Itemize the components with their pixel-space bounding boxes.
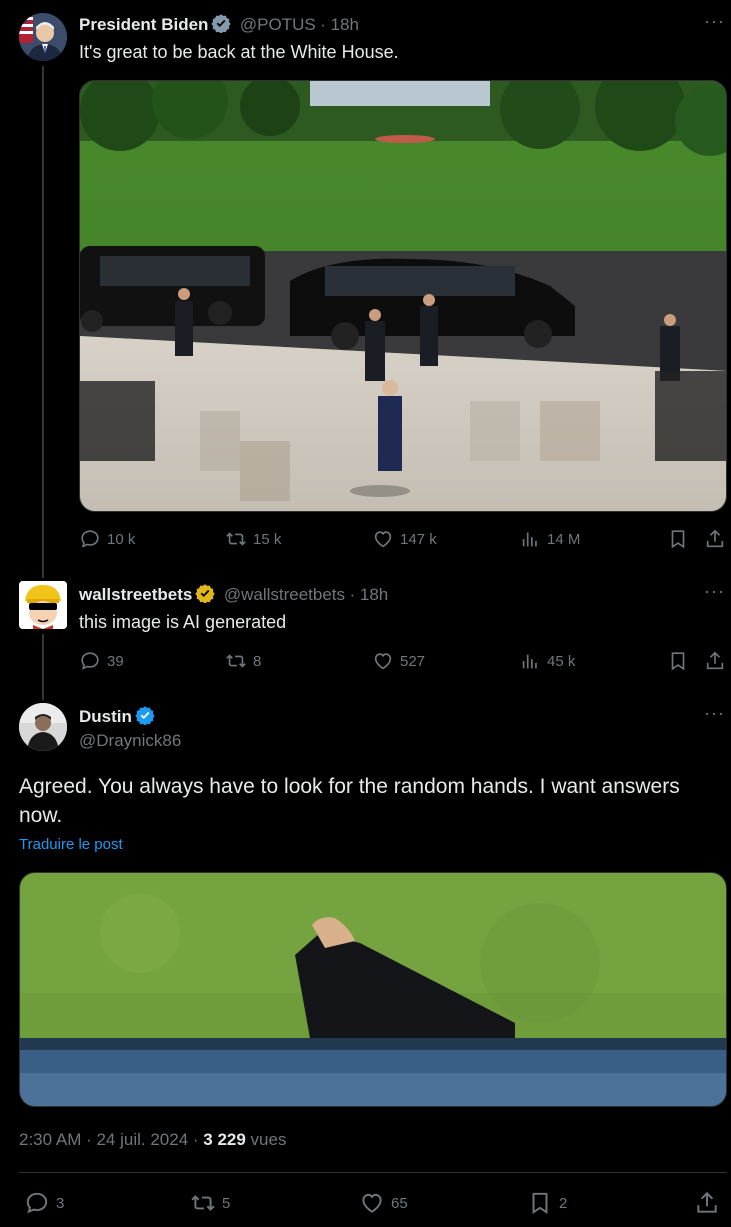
tweet1-text: It's great to be back at the White House… xyxy=(79,42,399,62)
views-total: 3 229 xyxy=(203,1130,246,1149)
author-handle[interactable]: @POTUS xyxy=(240,15,316,34)
bookmark-button[interactable] xyxy=(667,528,695,550)
divider xyxy=(19,1172,727,1173)
hand-closeup-photo xyxy=(20,873,726,1106)
views-count: 45 k xyxy=(547,652,576,670)
like-button[interactable]: 147 k xyxy=(372,528,437,550)
tweet3-author: Dustin xyxy=(79,705,155,727)
tweet2-text: this image is AI generated xyxy=(79,612,287,632)
bookmark-button[interactable]: 2 xyxy=(527,1190,567,1216)
tweet-time[interactable]: · 18h xyxy=(350,585,389,604)
share-button[interactable] xyxy=(704,650,731,672)
retweet-button[interactable]: 15 k xyxy=(225,528,281,550)
more-icon[interactable]: ··· xyxy=(704,703,725,724)
reply-button[interactable]: 10 k xyxy=(79,528,135,550)
author-handle[interactable]: @wallstreetbets xyxy=(224,585,345,604)
like-count: 65 xyxy=(391,1194,408,1212)
like-count: 527 xyxy=(400,652,426,670)
like-count: 147 k xyxy=(400,530,437,548)
reply-count: 10 k xyxy=(107,530,136,548)
retweet-button[interactable]: 8 xyxy=(225,650,261,672)
author-name[interactable]: Dustin xyxy=(79,707,132,726)
more-icon[interactable]: ··· xyxy=(704,581,725,602)
reply-count: 39 xyxy=(107,652,124,670)
retweet-count: 5 xyxy=(222,1194,231,1212)
reply-icon xyxy=(81,652,99,670)
tweet-timestamp[interactable]: 2:30 AM · 24 juil. 2024 · xyxy=(19,1130,203,1149)
retweet-icon xyxy=(191,1195,215,1211)
avatar-dustin[interactable] xyxy=(19,703,67,751)
views-count: 14 M xyxy=(547,530,581,548)
bookmark-count: 2 xyxy=(559,1194,568,1212)
tweet1-image[interactable] xyxy=(79,80,727,512)
views-icon xyxy=(522,532,537,547)
reply-icon xyxy=(81,530,99,548)
tweet3-actions: 3 5 65 2 xyxy=(24,1190,726,1216)
reply-icon xyxy=(26,1192,48,1214)
bookmark-icon xyxy=(532,1192,548,1215)
tweet1-actions: 10 k 15 k 147 k 14 M xyxy=(79,528,727,552)
author-name[interactable]: wallstreetbets xyxy=(79,585,192,604)
reply-count: 3 xyxy=(56,1194,65,1212)
bookmark-icon xyxy=(671,652,685,671)
thread-line xyxy=(42,66,44,578)
tweet3-meta: 2:30 AM · 24 juil. 2024 · 3 229 vues xyxy=(19,1130,286,1150)
like-button[interactable]: 65 xyxy=(359,1190,408,1216)
tweet2-actions: 39 8 527 45 k xyxy=(79,650,727,674)
views-button[interactable]: 14 M xyxy=(519,528,580,550)
bookmark-button[interactable] xyxy=(667,650,695,672)
tweet2-header: wallstreetbets @wallstreetbets · 18h xyxy=(79,583,388,605)
retweet-icon xyxy=(226,654,246,668)
more-icon[interactable]: ··· xyxy=(704,11,725,32)
views-button[interactable]: 45 k xyxy=(519,650,575,672)
retweet-count: 15 k xyxy=(253,530,282,548)
share-button[interactable] xyxy=(694,1190,726,1216)
avatar-potus[interactable] xyxy=(19,13,67,61)
reply-button[interactable]: 3 xyxy=(24,1190,64,1216)
share-icon xyxy=(706,529,724,548)
author-name[interactable]: President Biden xyxy=(79,15,208,34)
share-icon xyxy=(697,1191,717,1213)
views-label: vues xyxy=(245,1130,287,1149)
views-icon xyxy=(522,654,537,669)
tweet1-header: President Biden @POTUS · 18h xyxy=(79,13,359,35)
bookmark-icon xyxy=(671,530,685,549)
avatar-wallstreetbets[interactable] xyxy=(19,581,67,629)
like-icon xyxy=(374,653,392,670)
white-house-photo xyxy=(80,81,726,511)
like-icon xyxy=(362,1193,382,1213)
author-handle[interactable]: @Draynick86 xyxy=(79,731,181,751)
translate-link[interactable]: Traduire le post xyxy=(19,836,123,853)
like-button[interactable]: 527 xyxy=(372,650,425,672)
like-icon xyxy=(374,531,392,548)
reply-button[interactable]: 39 xyxy=(79,650,124,672)
tweet3-image[interactable] xyxy=(19,872,727,1107)
retweet-button[interactable]: 5 xyxy=(190,1190,230,1216)
verified-icon xyxy=(195,583,216,604)
retweet-icon xyxy=(226,532,246,546)
thread-line xyxy=(42,634,44,700)
verified-icon xyxy=(135,705,155,726)
verified-icon xyxy=(211,13,232,34)
tweet-time[interactable]: · 18h xyxy=(320,15,359,34)
share-button[interactable] xyxy=(704,528,731,550)
tweet3-text: Agreed. You always have to look for the … xyxy=(19,775,680,827)
share-icon xyxy=(706,651,724,670)
retweet-count: 8 xyxy=(253,652,262,670)
